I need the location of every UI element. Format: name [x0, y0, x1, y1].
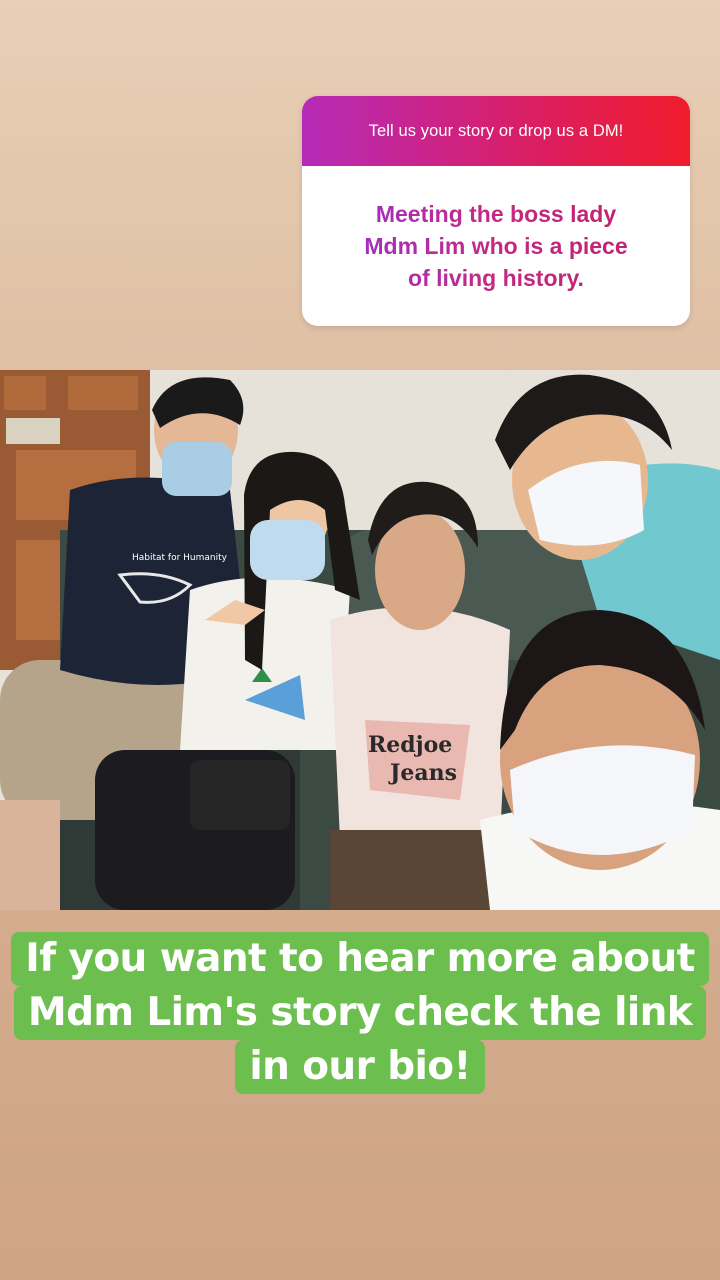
question-sticker-header: Tell us your story or drop us a DM! — [302, 96, 690, 166]
shirt-text-jeans: Jeans — [388, 760, 457, 786]
question-sticker-body: Meeting the boss lady Mdm Lim who is a p… — [302, 166, 690, 326]
shirt-text-habitat: Habitat for Humanity — [132, 553, 228, 563]
answer-line: of living history. — [408, 265, 584, 291]
caption-line: If you want to hear more about — [11, 932, 709, 986]
question-sticker[interactable]: Tell us your story or drop us a DM! Meet… — [302, 96, 690, 326]
question-prompt: Tell us your story or drop us a DM! — [368, 121, 624, 140]
question-answer: Meeting the boss lady Mdm Lim who is a p… — [364, 198, 627, 294]
caption-line: Mdm Lim's story check the link — [13, 986, 707, 1040]
answer-line: Mdm Lim who is a piece — [364, 233, 628, 259]
answer-line: Meeting the boss lady — [375, 201, 617, 227]
group-photo-illustration: Habitat for Humanity Redjoe Jeans — [0, 370, 720, 910]
caption: If you want to hear more about Mdm Lim's… — [0, 932, 720, 1094]
shirt-text-redjoe: Redjoe — [368, 732, 452, 758]
caption-line: in our bio! — [235, 1040, 485, 1094]
group-photo: Habitat for Humanity Redjoe Jeans — [0, 370, 720, 910]
